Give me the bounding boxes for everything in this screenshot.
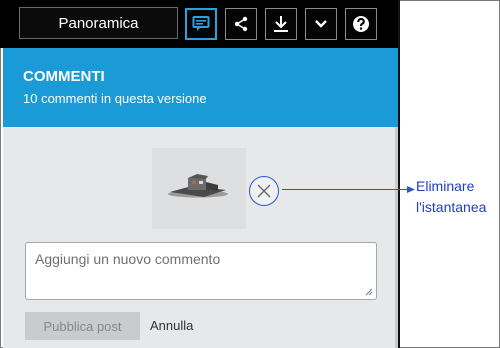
resize-grip-icon[interactable] — [365, 288, 373, 296]
comments-panel: COMMENTI 10 commenti in questa versione … — [3, 48, 398, 348]
arrow-right-icon — [407, 186, 415, 193]
comments-header: COMMENTI 10 commenti in questa versione — [3, 48, 398, 127]
help-button[interactable] — [345, 8, 377, 40]
comment-input[interactable] — [25, 242, 377, 300]
panel-title: COMMENTI — [23, 68, 105, 85]
snapshot-thumbnail[interactable] — [152, 148, 246, 229]
cancel-link[interactable]: Annulla — [150, 318, 193, 333]
download-icon — [274, 16, 288, 32]
view-selector-button[interactable]: Panoramica — [19, 7, 178, 39]
panel-divider — [398, 0, 400, 348]
more-options-button[interactable] — [305, 8, 337, 40]
help-icon — [353, 16, 369, 32]
view-selector-label: Panoramica — [58, 14, 139, 32]
callout-label: Eliminare l'istantanea — [416, 176, 498, 218]
share-icon — [234, 16, 248, 32]
share-button[interactable] — [225, 8, 257, 40]
post-comment-button[interactable]: Pubblica post — [25, 312, 140, 340]
top-toolbar: Panoramica — [0, 0, 398, 48]
scrollbar[interactable] — [395, 127, 398, 348]
chevron-down-icon — [315, 20, 327, 28]
comment-icon — [192, 16, 210, 31]
post-comment-label: Pubblica post — [43, 318, 122, 334]
comments-count: 10 commenti in questa versione — [23, 91, 207, 106]
callout-line-2: l'istantanea — [416, 199, 487, 215]
comments-button[interactable] — [185, 8, 217, 40]
callout-line-1: Eliminare — [416, 178, 475, 194]
download-button[interactable] — [265, 8, 297, 40]
delete-snapshot-button[interactable] — [249, 176, 279, 206]
close-icon — [257, 184, 271, 198]
model-preview-image — [168, 174, 228, 198]
callout-line — [282, 189, 410, 190]
